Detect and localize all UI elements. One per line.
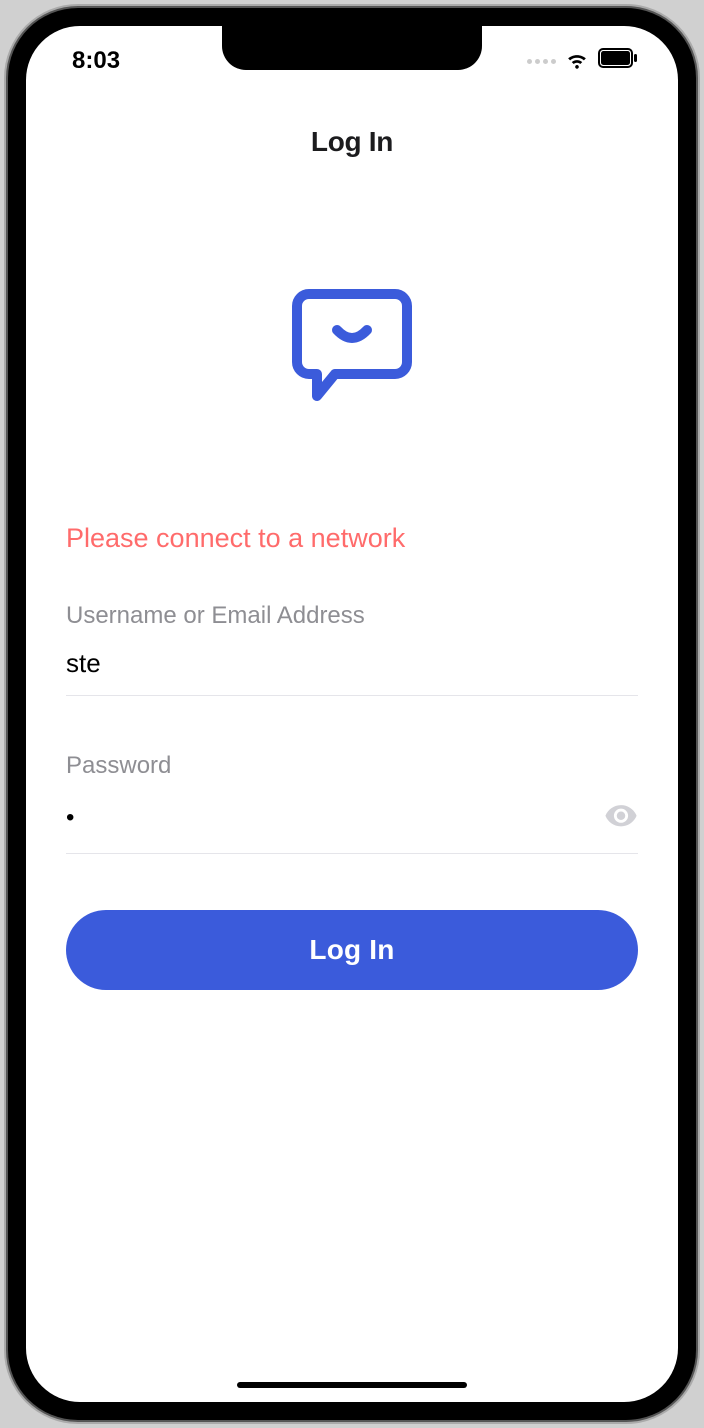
- page-title: Log In: [26, 126, 678, 158]
- device-notch: [222, 26, 482, 70]
- show-password-toggle[interactable]: [604, 798, 638, 837]
- status-right: [527, 45, 638, 78]
- login-button[interactable]: Log In: [66, 910, 638, 990]
- username-label: Username or Email Address: [66, 602, 638, 630]
- password-input-row: [66, 798, 638, 854]
- username-input-row: [66, 648, 638, 696]
- app-logo-area: [66, 278, 638, 413]
- username-field-group: Username or Email Address: [66, 602, 638, 696]
- chat-bubble-smile-icon: [287, 278, 417, 413]
- eye-icon: [604, 798, 638, 837]
- username-input[interactable]: [66, 648, 638, 679]
- password-input[interactable]: [66, 804, 604, 832]
- battery-icon: [598, 47, 638, 75]
- login-form: Please connect to a network Username or …: [26, 278, 678, 990]
- phone-frame: 8:03 Log I: [8, 8, 696, 1420]
- password-label: Password: [66, 752, 638, 780]
- screen: 8:03 Log I: [26, 26, 678, 1402]
- wifi-icon: [564, 45, 590, 78]
- error-message: Please connect to a network: [66, 523, 638, 554]
- password-field-group: Password: [66, 752, 638, 854]
- home-indicator[interactable]: [237, 1382, 467, 1388]
- cellular-signal-icon: [527, 59, 556, 64]
- status-time: 8:03: [72, 47, 120, 75]
